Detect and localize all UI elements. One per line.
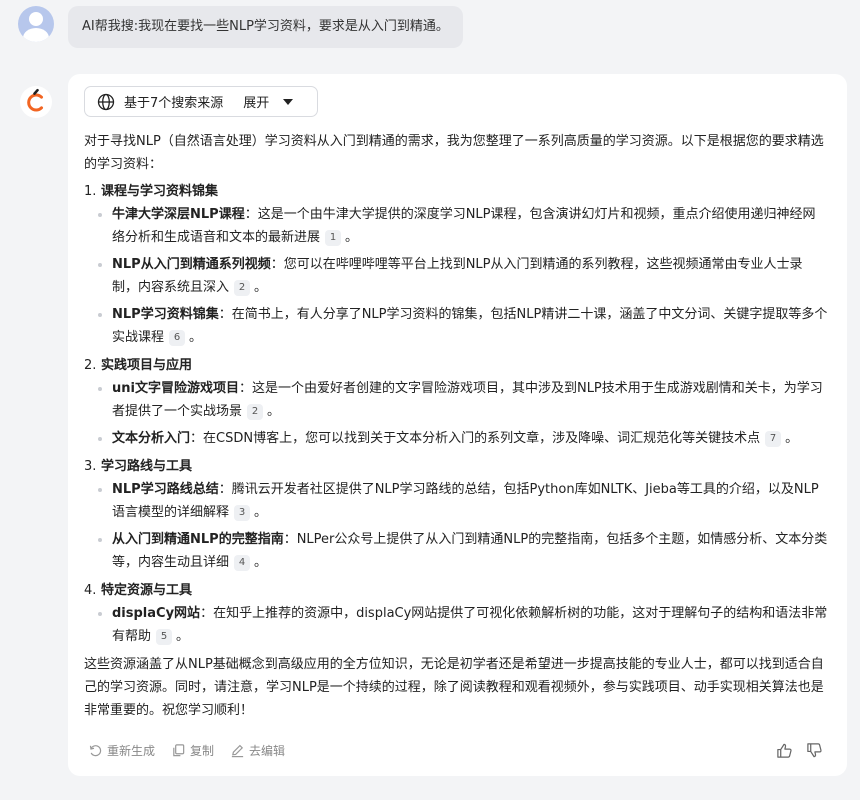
ai-logo xyxy=(20,86,52,118)
list-item-title: displaCy网站 xyxy=(112,606,201,621)
citation-badge[interactable]: 1 xyxy=(325,230,342,246)
section-item-list: NLP学习路线总结：腾讯云开发者社区提供了NLP学习路线的总结，包括Python… xyxy=(84,478,828,574)
copy-icon xyxy=(173,744,185,757)
list-item-title: 文本分析入门 xyxy=(112,431,191,446)
citation-badge[interactable]: 7 xyxy=(765,431,782,447)
list-item-end: 。 xyxy=(267,404,281,419)
list-item-end: 。 xyxy=(345,230,359,245)
list-item-title: uni文字冒险游戏项目 xyxy=(112,381,239,396)
answer-intro: 对于寻找NLP（自然语言处理）学习资料从入门到精通的需求，我为您整理了一系列高质… xyxy=(84,134,824,172)
chat-page: AI帮我搜:我现在要找一些NLP学习资料，要求是从入门到精通。 基于7个搜索来源… xyxy=(0,0,860,800)
list-item-text: ：在知乎上推荐的资源中，displaCy网站提供了可视化依赖解析树的功能，这对于… xyxy=(112,606,828,644)
citation-badge[interactable]: 3 xyxy=(234,505,251,521)
edit-icon xyxy=(231,744,244,758)
answer-summary: 这些资源涵盖了从NLP基础概念到高级应用的全方位知识，无论是初学者还是希望进一步… xyxy=(84,657,824,718)
citation-badge[interactable]: 2 xyxy=(234,280,251,296)
section-item-list: displaCy网站：在知乎上推荐的资源中，displaCy网站提供了可视化依赖… xyxy=(84,602,828,648)
list-item-title: NLP学习资料锦集 xyxy=(112,307,219,322)
thumbs-down-icon xyxy=(807,743,822,758)
sources-expand-label: 展开 xyxy=(243,96,270,111)
section-number: 4. xyxy=(84,583,97,598)
list-item-end: 。 xyxy=(254,280,268,295)
list-item-title: NLP从入门到精通系列视频 xyxy=(112,257,271,272)
section-number: 1. xyxy=(84,184,97,199)
list-item: NLP学习资料锦集：在简书上，有人分享了NLP学习资料的锦集，包括NLP精讲二十… xyxy=(98,303,828,349)
ai-logo-icon xyxy=(27,88,43,112)
regenerate-button[interactable]: 重新生成 xyxy=(88,742,155,759)
section-title-text: 课程与学习资料锦集 xyxy=(100,184,218,199)
user-avatar xyxy=(18,6,54,42)
list-item-text: ：腾讯云开发者社区提供了NLP学习路线的总结，包括Python库如NLTK、Ji… xyxy=(112,482,819,520)
citation-badge[interactable]: 2 xyxy=(247,404,264,420)
copy-button[interactable]: 复制 xyxy=(171,742,214,759)
section-title: 3. 学习路线与工具 xyxy=(84,455,828,478)
citation-badge[interactable]: 4 xyxy=(234,555,251,571)
refresh-icon xyxy=(89,745,102,757)
section-item-list: uni文字冒险游戏项目：这是一个由爱好者创建的文字冒险游戏项目，其中涉及到NLP… xyxy=(84,377,828,450)
user-message-row: AI帮我搜:我现在要找一些NLP学习资料，要求是从入门到精通。 xyxy=(18,6,463,48)
list-item: uni文字冒险游戏项目：这是一个由爱好者创建的文字冒险游戏项目，其中涉及到NLP… xyxy=(98,377,828,423)
thumbs-up-button[interactable] xyxy=(776,742,793,759)
list-item-text: ：在CSDN博客上，您可以找到关于文本分析入门的系列文章，涉及降噪、词汇规范化等… xyxy=(190,431,761,446)
list-item-title: 牛津大学深层NLP课程 xyxy=(112,207,245,222)
list-item: NLP从入门到精通系列视频：您可以在哔哩哔哩等平台上找到NLP从入门到精通的系列… xyxy=(98,253,828,299)
list-item: displaCy网站：在知乎上推荐的资源中，displaCy网站提供了可视化依赖… xyxy=(98,602,828,648)
section-title: 2. 实践项目与应用 xyxy=(84,354,828,377)
thumbs-down-button[interactable] xyxy=(806,742,823,759)
list-item-title: NLP学习路线总结 xyxy=(112,482,219,497)
list-item-end: 。 xyxy=(189,330,203,345)
list-item: 文本分析入门：在CSDN博客上，您可以找到关于文本分析入门的系列文章，涉及降噪、… xyxy=(98,427,828,450)
citation-badge[interactable]: 5 xyxy=(156,629,173,645)
thumbs-up-icon xyxy=(777,743,792,758)
section-item-list: 牛津大学深层NLP课程：这是一个由牛津大学提供的深度学习NLP课程，包含演讲幻灯… xyxy=(84,203,828,349)
list-item: 牛津大学深层NLP课程：这是一个由牛津大学提供的深度学习NLP课程，包含演讲幻灯… xyxy=(98,203,828,249)
list-item: NLP学习路线总结：腾讯云开发者社区提供了NLP学习路线的总结，包括Python… xyxy=(98,478,828,524)
edit-button[interactable]: 去编辑 xyxy=(230,742,285,759)
user-message-bubble: AI帮我搜:我现在要找一些NLP学习资料，要求是从入门到精通。 xyxy=(68,6,463,48)
sources-label: 基于7个搜索来源 xyxy=(124,96,224,111)
section-title-text: 实践项目与应用 xyxy=(100,358,192,373)
list-item-title: 从入门到精通NLP的完整指南 xyxy=(112,532,284,547)
list-item: 从入门到精通NLP的完整指南：NLPer公众号上提供了从入门到精通NLP的完整指… xyxy=(98,528,828,574)
section-title-text: 学习路线与工具 xyxy=(100,459,192,474)
caret-down-icon xyxy=(283,98,294,105)
list-item-end: 。 xyxy=(254,555,268,570)
answer-actions: 重新生成 复制 去编辑 xyxy=(88,742,301,759)
section-title-text: 特定资源与工具 xyxy=(100,583,192,598)
section-title: 1. 课程与学习资料锦集 xyxy=(84,180,828,203)
citation-badge[interactable]: 6 xyxy=(169,330,186,346)
section-title: 4. 特定资源与工具 xyxy=(84,579,828,602)
section-number: 2. xyxy=(84,358,97,373)
list-item-end: 。 xyxy=(176,629,190,644)
section-number: 3. xyxy=(84,459,97,474)
list-item-end: 。 xyxy=(254,505,268,520)
sources-toggle-button[interactable]: 基于7个搜索来源 展开 xyxy=(84,86,318,117)
list-item-end: 。 xyxy=(785,431,799,446)
answer-sections: 1. 课程与学习资料锦集 牛津大学深层NLP课程：这是一个由牛津大学提供的深度学习… xyxy=(84,180,828,648)
answer-body: 对于寻找NLP（自然语言处理）学习资料从入门到精通的需求，我为您整理了一系列高质… xyxy=(84,130,828,722)
list-item-text: ：在简书上，有人分享了NLP学习资料的锦集，包括NLP精讲二十课，涵盖了中文分词… xyxy=(112,307,828,345)
globe-icon xyxy=(97,93,115,110)
answer-card: 基于7个搜索来源 展开 对于寻找NLP（自然语言处理）学习资料从入门到精通的需求… xyxy=(68,74,847,776)
